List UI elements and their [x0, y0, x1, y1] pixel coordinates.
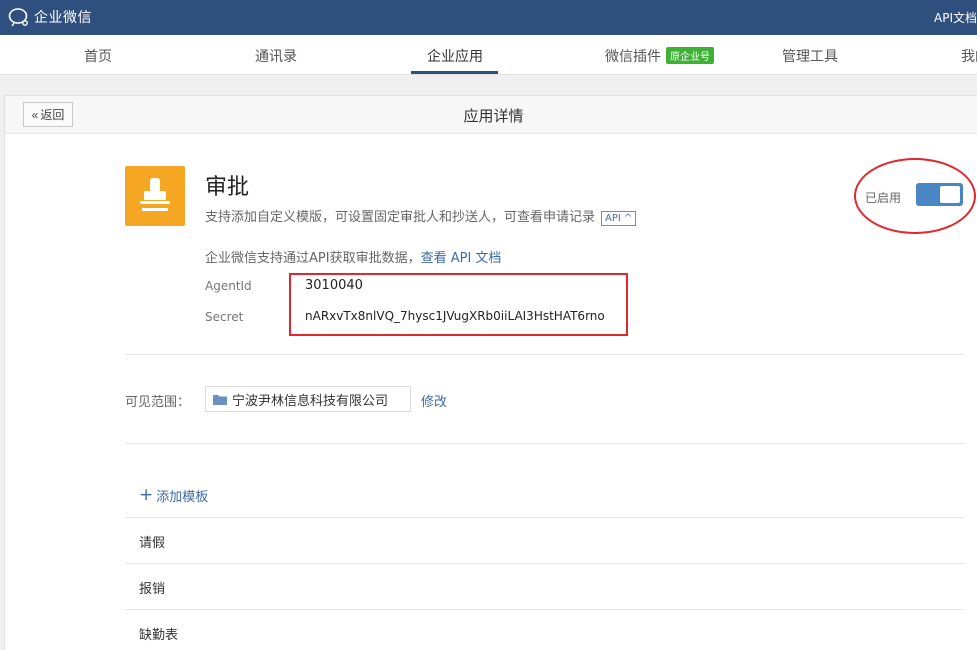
visible-scope-value: 宁波尹林信息科技有限公司: [232, 393, 389, 409]
nav-contacts[interactable]: 通讯录: [255, 46, 297, 66]
template-item[interactable]: 请假: [139, 532, 165, 551]
api-note: 企业微信支持通过API获取审批数据，查看 API 文档: [205, 247, 501, 266]
template-item[interactable]: 报销: [139, 578, 165, 597]
top-bar: 企业微信 API文档: [0, 0, 977, 35]
app-name: 审批: [205, 175, 250, 200]
main-nav: 首页 通讯录 企业应用 微信插件原企业号 管理工具 我的: [0, 35, 977, 75]
edit-scope-link[interactable]: 修改: [421, 391, 447, 410]
nav-active-indicator: [411, 71, 498, 74]
api-doc-link[interactable]: API文档: [934, 9, 977, 26]
api-note-text: 企业微信支持通过API获取审批数据，: [205, 251, 421, 266]
nav-wechat-plugin-label: 微信插件: [605, 49, 661, 65]
template-item[interactable]: 缺勤表: [139, 624, 178, 643]
divider: [125, 354, 965, 355]
app-description-text: 支持添加自定义模版，可设置固定审批人和抄送人，可查看申请记录: [205, 210, 596, 225]
nav-wechat-plugin[interactable]: 微信插件 原企业号: [605, 46, 714, 66]
panel-header: «返回 应用详情: [5, 96, 977, 134]
wechat-work-logo-icon: [8, 8, 28, 27]
agentid-label: AgentId: [205, 279, 252, 293]
api-tag[interactable]: API ^: [601, 211, 637, 226]
highlight-ellipse: [854, 158, 976, 234]
nav-my-enterprise[interactable]: 我的: [961, 46, 977, 66]
view-api-doc-link[interactable]: 查看 API 文档: [421, 251, 502, 266]
nav-badge: 原企业号: [666, 47, 714, 64]
app-description: 支持添加自定义模版，可设置固定审批人和抄送人，可查看申请记录 API ^: [205, 206, 637, 226]
app-detail-panel: «返回 应用详情 审批 支持添加自定义模版，可设置固定审批人和抄送人，可查看申请…: [4, 95, 977, 650]
divider: [125, 563, 965, 564]
add-template-label: 添加模板: [156, 490, 209, 505]
approval-stamp-icon: [125, 166, 185, 226]
nav-apps[interactable]: 企业应用: [427, 46, 483, 66]
visible-scope-label: 可见范围：: [125, 395, 191, 410]
divider: [125, 443, 965, 444]
secret-label: Secret: [205, 310, 244, 324]
divider: [125, 609, 965, 610]
highlight-box: [289, 273, 628, 336]
logo-text: 企业微信: [34, 10, 92, 26]
folder-icon: [213, 394, 227, 405]
add-template-button[interactable]: + 添加模板: [139, 485, 209, 506]
divider: [125, 517, 965, 518]
nav-management-tools[interactable]: 管理工具: [782, 46, 838, 66]
logo[interactable]: 企业微信: [8, 7, 92, 27]
api-tag-label: API: [605, 213, 621, 224]
nav-home[interactable]: 首页: [84, 46, 112, 66]
page-title: 应用详情: [463, 107, 524, 125]
plus-icon: +: [139, 485, 154, 505]
chevron-up-icon: ^: [624, 213, 633, 224]
visible-scope-field[interactable]: 宁波尹林信息科技有限公司: [205, 386, 411, 412]
